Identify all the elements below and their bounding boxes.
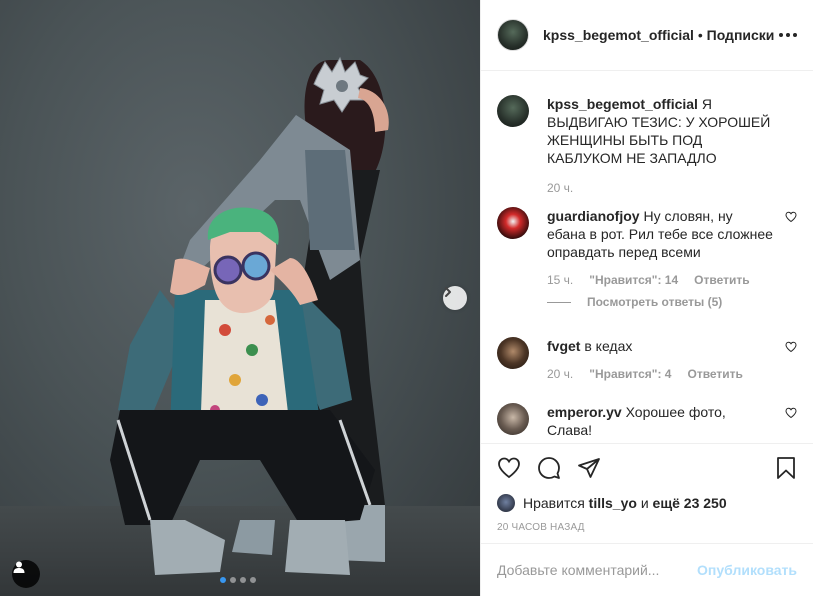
comment-item: guardianofjoy Ну словян, ну ебана в рот.… xyxy=(497,207,797,309)
share-direct-icon[interactable] xyxy=(577,456,601,480)
comment-username-link[interactable]: emperor.yv xyxy=(547,404,622,420)
following-button[interactable]: Подписки xyxy=(707,27,775,43)
publish-button[interactable]: Опубликовать xyxy=(697,562,797,578)
view-replies-button[interactable]: Посмотреть ответы (5) xyxy=(547,295,773,309)
post-actions: Нравится tills_yo и ещё 23 250 20 ЧАСОВ … xyxy=(481,443,813,533)
post-side-panel: kpss_begemot_official • Подписки kpss_be… xyxy=(480,0,813,596)
post-header: kpss_begemot_official • Подписки xyxy=(481,0,813,71)
likes-count-link[interactable]: ещё 23 250 xyxy=(653,495,727,511)
add-comment-bar: Опубликовать xyxy=(481,543,813,596)
comment-body: в кедах xyxy=(584,338,633,354)
comment-avatar[interactable] xyxy=(497,207,529,239)
comment-icon[interactable] xyxy=(537,456,561,480)
caption-username-link[interactable]: kpss_begemot_official xyxy=(547,96,698,112)
post-header-text: kpss_begemot_official • Подписки xyxy=(543,27,774,43)
caption-avatar[interactable] xyxy=(497,95,529,127)
caption: kpss_begemot_official Я ВЫДВИГАЮ ТЕЗИС: … xyxy=(497,95,797,195)
comment-likes-count[interactable]: "Нравится": 14 xyxy=(589,273,678,287)
caption-text: kpss_begemot_official Я ВЫДВИГАЮ ТЕЗИС: … xyxy=(547,95,773,167)
view-replies-label: Посмотреть ответы (5) xyxy=(587,295,723,309)
comment-avatar[interactable] xyxy=(497,337,529,369)
comment-avatar[interactable] xyxy=(497,403,529,435)
next-slide-button[interactable] xyxy=(443,286,467,310)
carousel-dot xyxy=(250,577,256,583)
like-comment-heart-icon[interactable] xyxy=(785,407,797,419)
comment-text: guardianofjoy Ну словян, ну ебана в рот.… xyxy=(547,207,773,261)
carousel-dot xyxy=(240,577,246,583)
comment-input[interactable] xyxy=(497,562,698,578)
comment-item: fvget в кедах 20 ч. "Нравится": 4 Ответи… xyxy=(497,337,797,381)
header-separator: • xyxy=(693,27,707,43)
reply-button[interactable]: Ответить xyxy=(694,273,749,287)
action-icons xyxy=(497,456,797,480)
comment-likes-count[interactable]: "Нравится": 4 xyxy=(589,367,671,381)
liker-avatar[interactable] xyxy=(497,494,515,512)
likes-prefix: Нравится xyxy=(523,495,585,511)
carousel-dot xyxy=(220,577,226,583)
user-icon xyxy=(13,561,25,573)
carousel-dot xyxy=(230,577,236,583)
bookmark-icon[interactable] xyxy=(775,456,797,480)
photo-illustration xyxy=(110,56,389,575)
comments-list[interactable]: kpss_begemot_official Я ВЫДВИГАЮ ТЕЗИС: … xyxy=(481,71,813,443)
post-timestamp[interactable]: 20 ЧАСОВ НАЗАД xyxy=(497,522,797,533)
comment-text: emperor.yv Хорошее фото, Слава! xyxy=(547,403,773,439)
like-comment-heart-icon[interactable] xyxy=(785,211,797,223)
likes-connector: и xyxy=(640,495,649,511)
author-avatar[interactable] xyxy=(497,19,529,51)
reply-button[interactable]: Ответить xyxy=(687,367,742,381)
comment-username-link[interactable]: guardianofjoy xyxy=(547,208,640,224)
post-photo[interactable] xyxy=(0,0,480,596)
carousel-indicator xyxy=(220,577,256,583)
like-heart-icon[interactable] xyxy=(497,456,521,480)
chevron-right-icon xyxy=(445,287,451,297)
liker-username-link[interactable]: tills_yo xyxy=(589,495,637,511)
tagged-users-button[interactable] xyxy=(12,560,40,588)
like-comment-heart-icon[interactable] xyxy=(785,341,797,353)
comment-time[interactable]: 15 ч. xyxy=(547,273,573,287)
more-horizontal-icon[interactable] xyxy=(779,29,797,41)
replies-divider xyxy=(547,301,571,303)
comment-text: fvget в кедах xyxy=(547,337,773,355)
likes-summary: Нравится tills_yo и ещё 23 250 xyxy=(497,494,797,512)
comment-time[interactable]: 20 ч. xyxy=(547,367,573,381)
comment-username-link[interactable]: fvget xyxy=(547,338,580,354)
author-username-link[interactable]: kpss_begemot_official xyxy=(543,27,694,43)
caption-time[interactable]: 20 ч. xyxy=(547,181,573,195)
comment-item: emperor.yv Хорошее фото, Слава! xyxy=(497,403,797,439)
